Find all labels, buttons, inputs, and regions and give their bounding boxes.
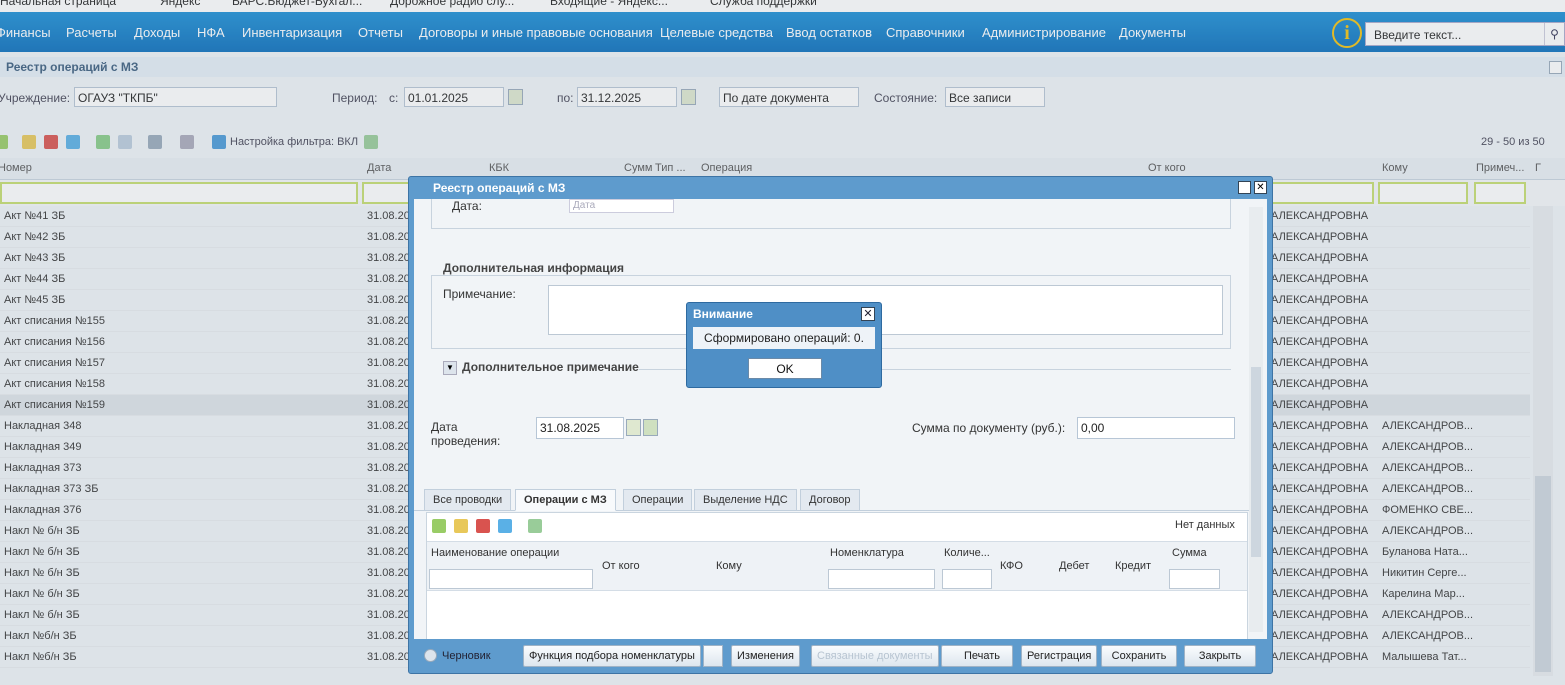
note-textarea[interactable] [548, 285, 1223, 335]
additional-info-legend: Дополнительная информация [439, 261, 628, 275]
column-header[interactable]: Кому [716, 560, 742, 572]
nomenclature-button[interactable]: Функция подбора номенклатуры [523, 645, 701, 667]
calendar-icon[interactable] [626, 419, 641, 436]
filter-input[interactable] [828, 569, 935, 589]
tab-operations[interactable]: Операции [623, 489, 693, 511]
note-label: Примечание: [443, 287, 516, 301]
alert-message: Сформировано операций: 0. [693, 327, 875, 349]
maximize-icon[interactable] [1238, 181, 1251, 194]
column-header[interactable]: КФО [1000, 560, 1023, 572]
edit-icon[interactable] [454, 519, 468, 533]
draft-toggle[interactable] [424, 649, 437, 662]
extra-note-legend[interactable]: Дополнительное примечание [458, 360, 643, 374]
print-button[interactable]: Печать [941, 645, 1013, 667]
add-icon[interactable] [432, 519, 446, 533]
window-body: Дата: Дата Дополнительная информация При… [414, 199, 1267, 639]
calendar-clear-icon[interactable] [643, 419, 658, 436]
operation-window: Реестр операций с МЗ ✕ Дата: Дата Дополн… [408, 176, 1273, 674]
close-icon[interactable]: ✕ [861, 307, 875, 321]
tab-mz-operations[interactable]: Операции с МЗ [515, 489, 616, 511]
register-button[interactable]: Регистрация [1021, 645, 1098, 667]
delete-icon[interactable] [476, 519, 490, 533]
no-data-label: Нет данных [1175, 519, 1235, 531]
alert-dialog: Внимание ✕ Сформировано операций: 0. OK [686, 302, 882, 388]
column-header[interactable]: Кредит [1115, 560, 1151, 572]
draft-label: Черновик [442, 650, 491, 662]
scroll-thumb[interactable] [1251, 367, 1261, 557]
column-header[interactable]: Сумма [1172, 547, 1207, 559]
tab-all-postings[interactable]: Все проводки [424, 489, 512, 511]
expand-icon[interactable]: ▼ [443, 361, 457, 375]
sum-label: Сумма по документу (руб.): [912, 421, 1066, 435]
window-scrollbar[interactable] [1249, 207, 1263, 632]
posting-date-field[interactable]: 31.08.2025 [536, 417, 624, 439]
related-docs-button: Связанные документы [811, 645, 939, 667]
column-header[interactable]: Номенклатура [830, 547, 904, 559]
date-field[interactable]: Дата [569, 199, 674, 213]
mz-operations-grid: Нет данных Наименование операции От кого… [426, 512, 1248, 639]
ok-button[interactable]: OK [748, 358, 822, 379]
export-icon[interactable] [703, 645, 723, 667]
filter-input[interactable] [429, 569, 593, 589]
date-fieldset [431, 199, 1231, 229]
column-header[interactable]: Наименование операции [431, 547, 559, 559]
filter-input[interactable] [942, 569, 992, 589]
tab-vat[interactable]: Выделение НДС [694, 489, 797, 511]
sum-field[interactable]: 0,00 [1077, 417, 1235, 439]
mz-grid-header: Наименование операции От кого Кому Номен… [427, 541, 1247, 591]
filter-input[interactable] [1169, 569, 1220, 589]
close-icon[interactable]: ✕ [1254, 181, 1267, 194]
changes-button[interactable]: Изменения [731, 645, 800, 667]
copy-icon[interactable] [498, 519, 512, 533]
save-button[interactable]: Сохранить [1101, 645, 1177, 667]
tab-contract[interactable]: Договор [800, 489, 860, 511]
posting-date-label: Дата проведения: [431, 420, 501, 448]
column-header[interactable]: От кого [602, 560, 640, 572]
window-title: Реестр операций с МЗ [433, 181, 566, 195]
close-button[interactable]: Закрыть [1184, 645, 1256, 667]
column-header[interactable]: Количе... [944, 547, 990, 559]
date-label: Дата: [452, 199, 482, 213]
refresh-icon[interactable] [528, 519, 542, 533]
alert-title: Внимание [693, 307, 753, 321]
window-footer: Черновик Функция подбора номенклатуры Из… [409, 639, 1272, 673]
column-header[interactable]: Дебет [1059, 560, 1089, 572]
